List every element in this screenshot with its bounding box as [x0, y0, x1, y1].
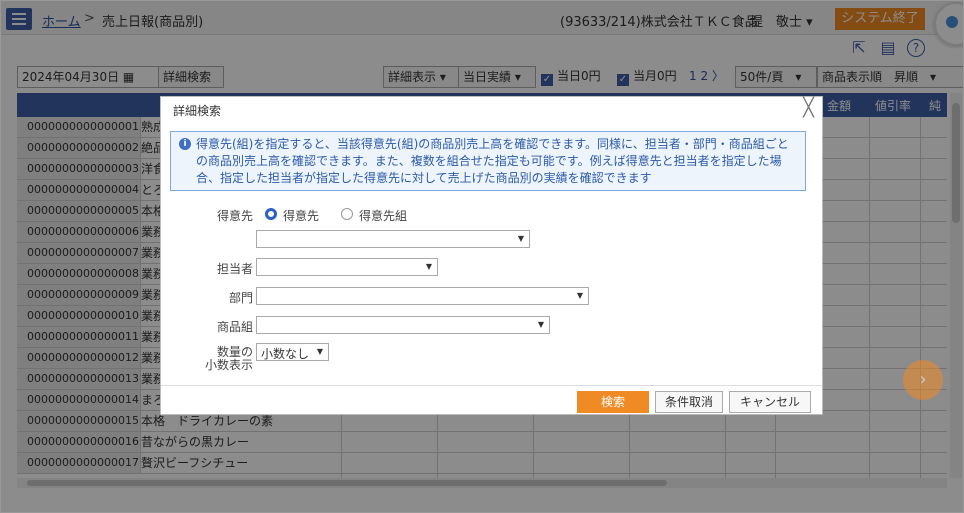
- dialog-title: 詳細検索: [173, 104, 222, 118]
- staff-label: 担当者: [216, 262, 253, 276]
- product-group-label: 商品組: [216, 320, 253, 334]
- customer-label: 得意先: [216, 209, 253, 223]
- info-message: i 得意先(組)を指定すると、当該得意先(組)の商品別売上高を確認できます。同様…: [170, 131, 806, 191]
- radio-customer[interactable]: [265, 208, 277, 220]
- app-window: ホーム > 売上日報(商品別) (93633/214)株式会社ＴＫＣ食品 堤 敬…: [0, 0, 964, 513]
- chevron-down-icon: ▼: [425, 262, 432, 271]
- quantity-decimal-select[interactable]: 小数なし ▼: [256, 343, 329, 361]
- radio-customer-group-label[interactable]: 得意先組: [359, 207, 407, 224]
- radio-customer-group[interactable]: [341, 208, 353, 220]
- radio-customer-label[interactable]: 得意先: [283, 207, 319, 224]
- chevron-down-icon: ▼: [537, 320, 544, 329]
- quantity-decimal-value: 小数なし: [261, 347, 310, 361]
- quantity-decimal-label-2: 小数表示: [204, 358, 253, 372]
- chevron-down-icon: ▼: [576, 291, 583, 300]
- chevron-down-icon: ▼: [517, 234, 524, 243]
- dialog-footer-divider: [161, 385, 822, 386]
- customer-select[interactable]: ▼: [256, 230, 530, 248]
- clear-conditions-button[interactable]: 条件取消: [655, 391, 723, 413]
- department-label: 部門: [228, 291, 253, 305]
- close-icon[interactable]: ╳: [803, 99, 814, 117]
- chevron-down-icon: ▼: [316, 347, 323, 356]
- info-icon: i: [179, 138, 191, 150]
- staff-select[interactable]: ▼: [256, 258, 438, 276]
- info-line: 合、指定した担当者が指定した得意先に対して売上げた商品別の実績を確認できます: [196, 171, 652, 185]
- detail-search-dialog: 詳細検索 ╳ i 得意先(組)を指定すると、当該得意先(組)の商品別売上高を確認…: [160, 96, 823, 415]
- info-line: の商品別売上高を確認できます。また、複数を組合せた指定も可能です。例えば得意先と…: [196, 154, 782, 168]
- next-page-floating-button[interactable]: ›: [903, 360, 943, 400]
- cancel-button[interactable]: キャンセル: [729, 391, 811, 413]
- product-group-select[interactable]: ▼: [256, 316, 550, 334]
- department-select[interactable]: ▼: [256, 287, 589, 305]
- search-button[interactable]: 検索: [577, 391, 649, 413]
- info-line: 得意先(組)を指定すると、当該得意先(組)の商品別売上高を確認できます。同様に、…: [196, 137, 789, 151]
